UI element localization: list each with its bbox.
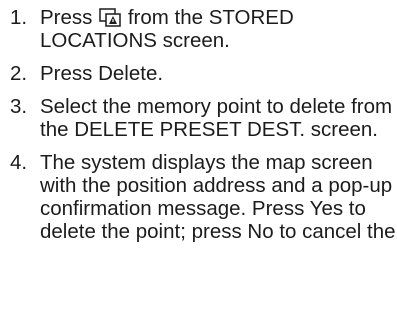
step-number: 2. (10, 62, 28, 85)
step-1: 1. Press from the STORED LOCATIONS scree… (0, 6, 397, 52)
step-4: 4. The system displays the map screen wi… (0, 151, 397, 243)
step-text: Select the memory point to delete from t… (40, 95, 393, 141)
step-list: 1. Press from the STORED LOCATIONS scree… (0, 0, 397, 333)
step-text: The system displays the map screen with … (40, 151, 396, 243)
step-2: 2. Press Delete. (0, 62, 397, 85)
step-number: 1. (10, 6, 28, 29)
step-number: 4. (10, 151, 28, 174)
step-3: 3. Select the memory point to delete fro… (0, 95, 397, 141)
step-text: Press from the STORED LOCATIONS screen. (40, 6, 397, 52)
step-number: 3. (10, 95, 28, 118)
step-text: Press Delete. (40, 62, 164, 85)
map-screen-icon (99, 8, 121, 27)
step-text-before-icon: Press (40, 6, 93, 29)
